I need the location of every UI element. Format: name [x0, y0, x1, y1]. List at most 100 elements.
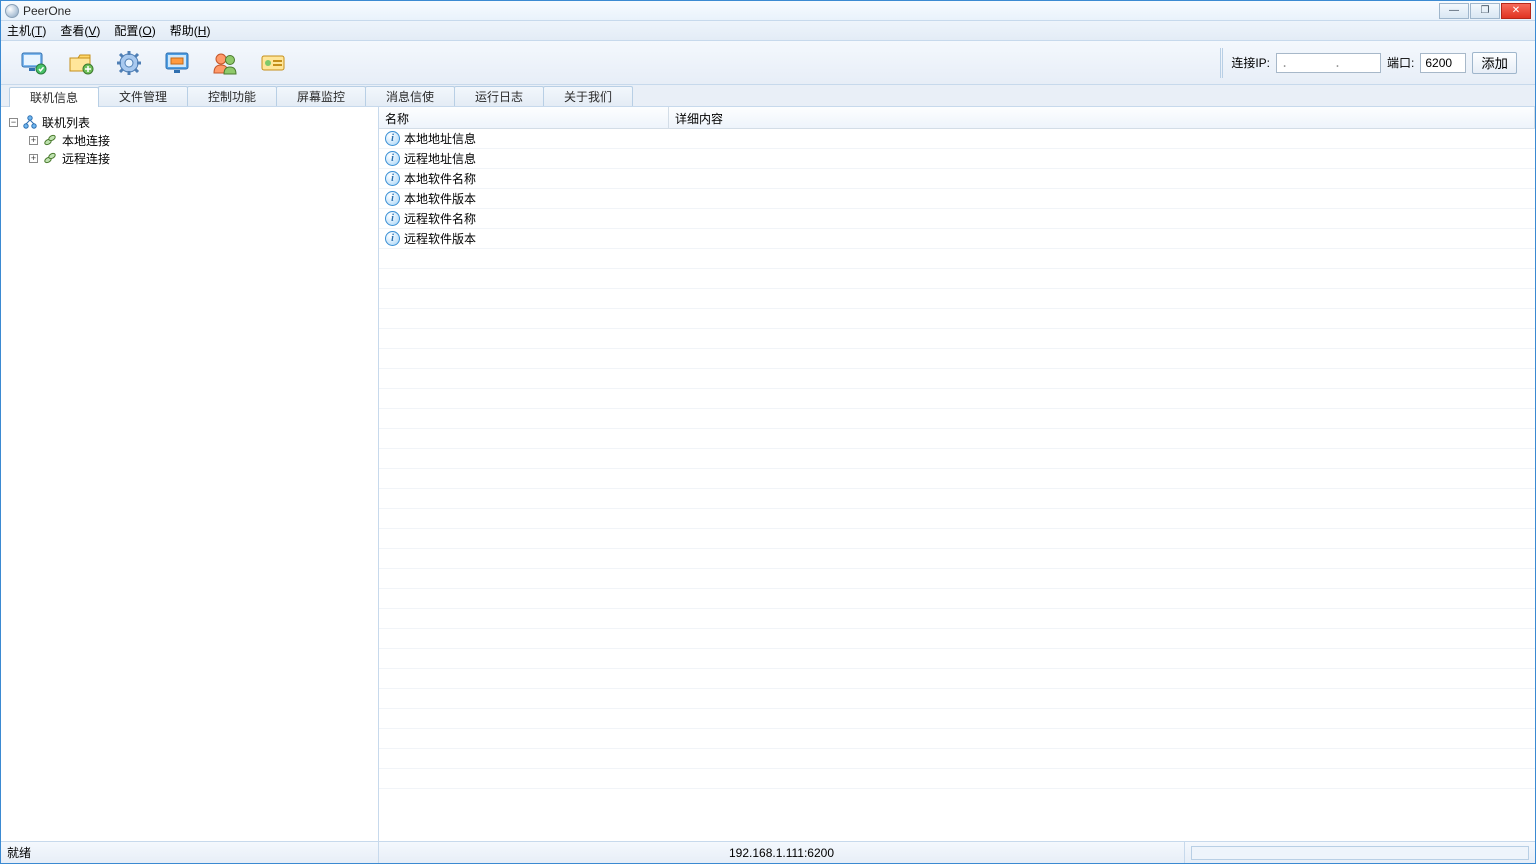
list-row [379, 769, 1535, 789]
list-row [379, 529, 1535, 549]
menu-host[interactable]: 主机(T) [7, 22, 46, 39]
minimize-button[interactable]: — [1439, 3, 1469, 19]
list-row [379, 429, 1535, 449]
app-icon [5, 4, 19, 18]
list-row[interactable]: 本地软件版本 [379, 189, 1535, 209]
column-name[interactable]: 名称 [379, 107, 669, 128]
tab-file-manage[interactable]: 文件管理 [98, 86, 188, 106]
list-row [379, 309, 1535, 329]
list-row [379, 729, 1535, 749]
tool-monitor[interactable] [11, 45, 55, 81]
info-icon [385, 231, 400, 246]
card-icon [259, 49, 287, 77]
maximize-button[interactable]: ❐ [1470, 3, 1500, 19]
info-icon [385, 191, 400, 206]
window-controls: — ❐ ✕ [1438, 3, 1531, 19]
tool-folder[interactable] [59, 45, 103, 81]
list-row [379, 389, 1535, 409]
list-row [379, 749, 1535, 769]
users-icon [211, 49, 239, 77]
tool-users[interactable] [203, 45, 247, 81]
list-row[interactable]: 远程地址信息 [379, 149, 1535, 169]
status-ready: 就绪 [1, 842, 379, 863]
status-address: 192.168.1.111:6200 [379, 842, 1185, 863]
link-icon [42, 132, 58, 148]
gear-icon [115, 49, 143, 77]
list-row [379, 369, 1535, 389]
menu-help[interactable]: 帮助(H) [170, 22, 211, 39]
progress-bar [1191, 846, 1529, 860]
tree-item-remote[interactable]: + 远程连接 [29, 149, 370, 167]
tree-item-local[interactable]: + 本地连接 [29, 131, 370, 149]
list-row [379, 549, 1535, 569]
screen-icon [163, 49, 191, 77]
connect-port-label: 端口: [1387, 54, 1414, 71]
tab-about[interactable]: 关于我们 [543, 86, 633, 106]
list-row [379, 469, 1535, 489]
list-row [379, 649, 1535, 669]
toolbar: 连接IP: 端口: 添加 [1, 41, 1535, 85]
expand-icon[interactable]: + [29, 154, 38, 163]
row-name: 本地软件名称 [404, 170, 476, 187]
tool-screen[interactable] [155, 45, 199, 81]
tree-root[interactable]: − 联机列表 [9, 113, 370, 131]
connect-ip-label: 连接IP: [1231, 54, 1270, 71]
app-title: PeerOne [23, 4, 71, 18]
expand-icon[interactable]: + [29, 136, 38, 145]
content: − 联机列表 + 本地连接 + [1, 107, 1535, 841]
list-row[interactable]: 远程软件名称 [379, 209, 1535, 229]
statusbar: 就绪 192.168.1.111:6200 [1, 841, 1535, 863]
tree-root-label: 联机列表 [42, 114, 90, 131]
list-row [379, 409, 1535, 429]
close-button[interactable]: ✕ [1501, 3, 1531, 19]
listview-body: 本地地址信息远程地址信息本地软件名称本地软件版本远程软件名称远程软件版本 [379, 129, 1535, 841]
list-row[interactable]: 远程软件版本 [379, 229, 1535, 249]
column-detail[interactable]: 详细内容 [669, 107, 1535, 128]
list-row [379, 629, 1535, 649]
list-row [379, 509, 1535, 529]
list-row [379, 589, 1535, 609]
list-row [379, 669, 1535, 689]
list-row [379, 349, 1535, 369]
listview-header: 名称 详细内容 [379, 107, 1535, 129]
menu-config[interactable]: 配置(O) [114, 22, 155, 39]
tool-gear[interactable] [107, 45, 151, 81]
tree-item-label: 远程连接 [62, 150, 110, 167]
tabbar: 联机信息 文件管理 控制功能 屏幕监控 消息信使 运行日志 关于我们 [1, 85, 1535, 107]
connect-ip-input[interactable] [1276, 53, 1381, 73]
menubar: 主机(T) 查看(V) 配置(O) 帮助(H) [1, 21, 1535, 41]
tree-item-label: 本地连接 [62, 132, 110, 149]
network-icon [22, 114, 38, 130]
menu-view[interactable]: 查看(V) [60, 22, 100, 39]
collapse-icon[interactable]: − [9, 118, 18, 127]
connect-port-input[interactable] [1420, 53, 1466, 73]
tool-card[interactable] [251, 45, 295, 81]
list-row [379, 449, 1535, 469]
row-name: 远程软件版本 [404, 230, 476, 247]
tab-messenger[interactable]: 消息信使 [365, 86, 455, 106]
tab-connection-info[interactable]: 联机信息 [9, 87, 99, 107]
link-icon [42, 150, 58, 166]
list-row [379, 249, 1535, 269]
app-window: PeerOne — ❐ ✕ 主机(T) 查看(V) 配置(O) 帮助(H) [0, 0, 1536, 864]
info-icon [385, 151, 400, 166]
listview: 名称 详细内容 本地地址信息远程地址信息本地软件名称本地软件版本远程软件名称远程… [379, 107, 1535, 841]
tree-panel: − 联机列表 + 本地连接 + [1, 107, 379, 841]
tab-control[interactable]: 控制功能 [187, 86, 277, 106]
row-name: 远程地址信息 [404, 150, 476, 167]
list-row [379, 569, 1535, 589]
list-row[interactable]: 本地地址信息 [379, 129, 1535, 149]
tab-run-log[interactable]: 运行日志 [454, 86, 544, 106]
info-icon [385, 211, 400, 226]
list-row[interactable]: 本地软件名称 [379, 169, 1535, 189]
info-icon [385, 171, 400, 186]
list-row [379, 269, 1535, 289]
list-row [379, 329, 1535, 349]
monitor-icon [19, 49, 47, 77]
tab-screen-monitor[interactable]: 屏幕监控 [276, 86, 366, 106]
list-row [379, 689, 1535, 709]
info-icon [385, 131, 400, 146]
list-row [379, 289, 1535, 309]
connect-add-button[interactable]: 添加 [1472, 52, 1517, 74]
folder-icon [67, 49, 95, 77]
